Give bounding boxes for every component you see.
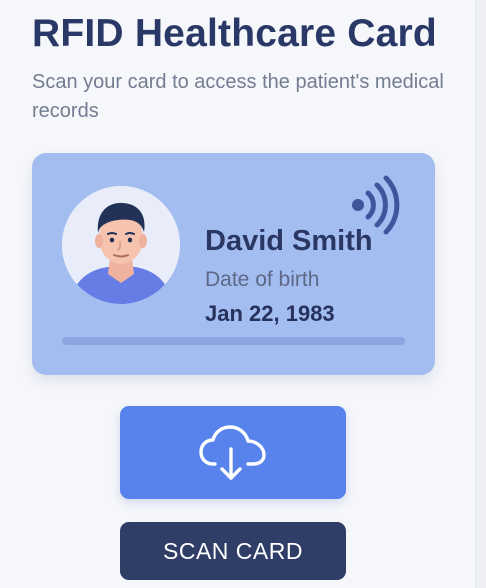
healthcare-card: David Smith Date of birth Jan 22, 1983 (32, 153, 435, 375)
page-subtitle: Scan your card to access the patient's m… (32, 71, 444, 122)
window-edge (475, 0, 486, 588)
patient-name: David Smith (205, 225, 373, 257)
cloud-download-button[interactable] (120, 406, 346, 499)
cloud-download-icon (199, 425, 266, 480)
page-title: RFID Healthcare Card (32, 12, 437, 55)
date-of-birth-label: Date of birth (205, 268, 320, 291)
patient-avatar (62, 186, 180, 304)
date-of-birth-value: Jan 22, 1983 (205, 301, 335, 326)
card-divider (62, 337, 405, 345)
scan-card-button[interactable]: SCAN CARD (120, 522, 346, 580)
